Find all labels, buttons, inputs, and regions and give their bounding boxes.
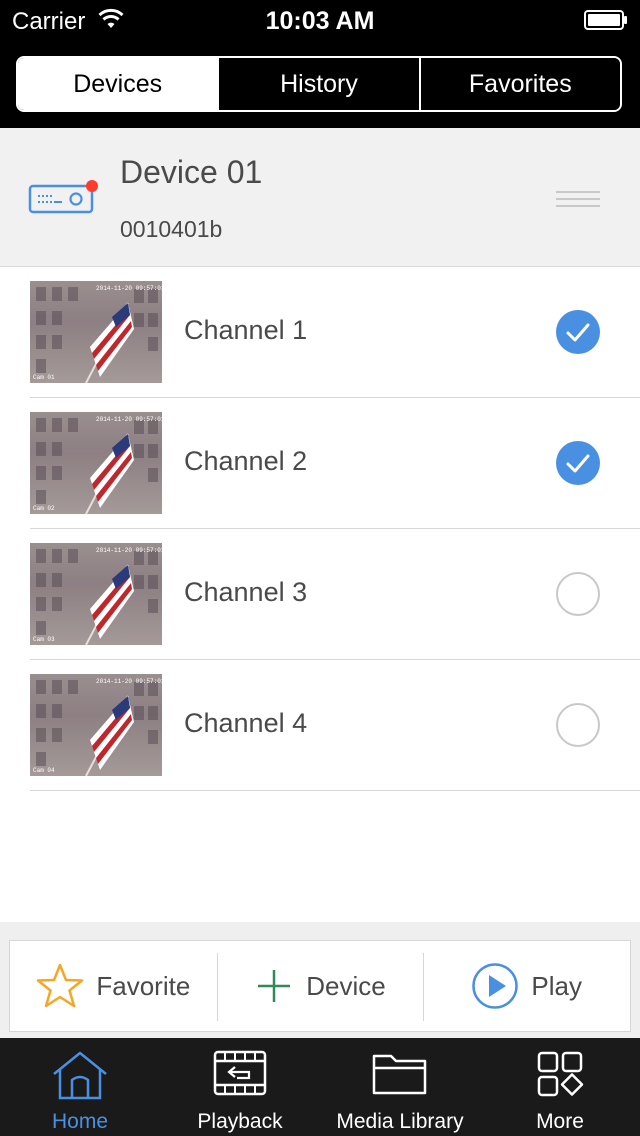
top-navigation: Devices History Favorites xyxy=(0,40,640,128)
checkmark-unselected-icon[interactable] xyxy=(556,572,600,616)
play-circle-icon xyxy=(472,963,519,1009)
tab-bar: Home Playback Media Library More xyxy=(0,1038,640,1136)
add-device-button[interactable]: Device xyxy=(216,941,424,1031)
film-playback-icon xyxy=(213,1050,267,1096)
svg-text:Cam 02: Cam 02 xyxy=(33,505,55,512)
dvr-device-icon xyxy=(28,180,98,214)
favorite-button[interactable]: Favorite xyxy=(10,941,217,1031)
channel-row[interactable]: 2014-11-20 09:57:01 Cam 02 Channel 2 xyxy=(30,398,640,529)
tab-history[interactable]: History xyxy=(217,58,419,110)
svg-text:Cam 03: Cam 03 xyxy=(33,636,55,643)
svg-text:2014-11-20 09:57:01: 2014-11-20 09:57:01 xyxy=(96,285,162,292)
channel-thumbnail: 2014-11-20 09:57:01 Cam 03 xyxy=(30,543,162,645)
status-bar: Carrier 10:03 AM xyxy=(0,0,640,40)
action-area: Favorite Device Play xyxy=(0,922,640,1038)
drag-handle-icon[interactable] xyxy=(556,190,600,208)
checkmark-selected-icon[interactable] xyxy=(556,441,600,485)
play-label: Play xyxy=(531,970,582,1001)
device-name: Device 01 xyxy=(120,154,263,190)
channel-thumbnail: 2014-11-20 09:57:01 Cam 02 xyxy=(30,412,162,514)
checkmark-unselected-icon[interactable] xyxy=(556,703,600,747)
folder-icon xyxy=(372,1054,427,1095)
svg-text:2014-11-20 09:57:01: 2014-11-20 09:57:01 xyxy=(96,416,162,423)
tab-media-library[interactable]: Media Library xyxy=(320,1038,480,1136)
channel-row[interactable]: 2014-11-20 09:57:01 Cam 01 Channel 1 xyxy=(30,267,640,398)
channel-list: 2014-11-20 09:57:01 Cam 01 Channel 1 201… xyxy=(30,267,640,791)
channel-label: Channel 1 xyxy=(184,315,308,345)
channel-thumbnail: 2014-11-20 09:57:01 Cam 01 xyxy=(30,281,162,383)
favorite-label: Favorite xyxy=(96,970,191,1001)
segmented-control: Devices History Favorites xyxy=(16,56,622,112)
online-status-dot xyxy=(86,180,98,192)
tab-label: More xyxy=(536,1110,584,1133)
svg-text:Cam 01: Cam 01 xyxy=(33,374,55,381)
tab-label: Playback xyxy=(197,1110,283,1133)
tab-home[interactable]: Home xyxy=(0,1038,160,1136)
tab-favorites[interactable]: Favorites xyxy=(418,58,620,110)
house-icon xyxy=(53,1051,107,1100)
tab-more[interactable]: More xyxy=(480,1038,640,1136)
tab-label: Home xyxy=(51,1110,109,1133)
channel-label: Channel 2 xyxy=(184,446,308,476)
clock: 10:03 AM xyxy=(265,7,375,35)
channel-row[interactable]: 2014-11-20 09:57:01 Cam 04 Channel 4 xyxy=(30,660,640,791)
device-serial: 0010401b xyxy=(120,216,223,242)
tab-label: Media Library xyxy=(336,1110,464,1133)
battery-icon xyxy=(584,10,627,30)
grid-icon xyxy=(537,1051,584,1097)
checkmark-selected-icon[interactable] xyxy=(556,310,600,354)
tab-playback[interactable]: Playback xyxy=(160,1038,320,1136)
device-label: Device xyxy=(306,970,386,1001)
action-bar: Favorite Device Play xyxy=(9,940,631,1032)
plus-icon xyxy=(258,970,291,1002)
star-icon xyxy=(37,963,84,1008)
tab-devices[interactable]: Devices xyxy=(18,58,218,110)
channel-thumbnail: 2014-11-20 09:57:01 Cam 04 xyxy=(30,674,162,776)
channel-label: Channel 3 xyxy=(184,577,308,607)
svg-text:2014-11-20 09:57:01: 2014-11-20 09:57:01 xyxy=(96,547,162,554)
play-button[interactable]: Play xyxy=(423,941,630,1031)
channel-row[interactable]: 2014-11-20 09:57:01 Cam 03 Channel 3 xyxy=(30,529,640,660)
device-header[interactable]: Device 01 0010401b xyxy=(0,128,640,267)
svg-text:2014-11-20 09:57:01: 2014-11-20 09:57:01 xyxy=(96,678,162,685)
svg-text:Cam 04: Cam 04 xyxy=(33,767,55,774)
channel-label: Channel 4 xyxy=(184,708,308,738)
